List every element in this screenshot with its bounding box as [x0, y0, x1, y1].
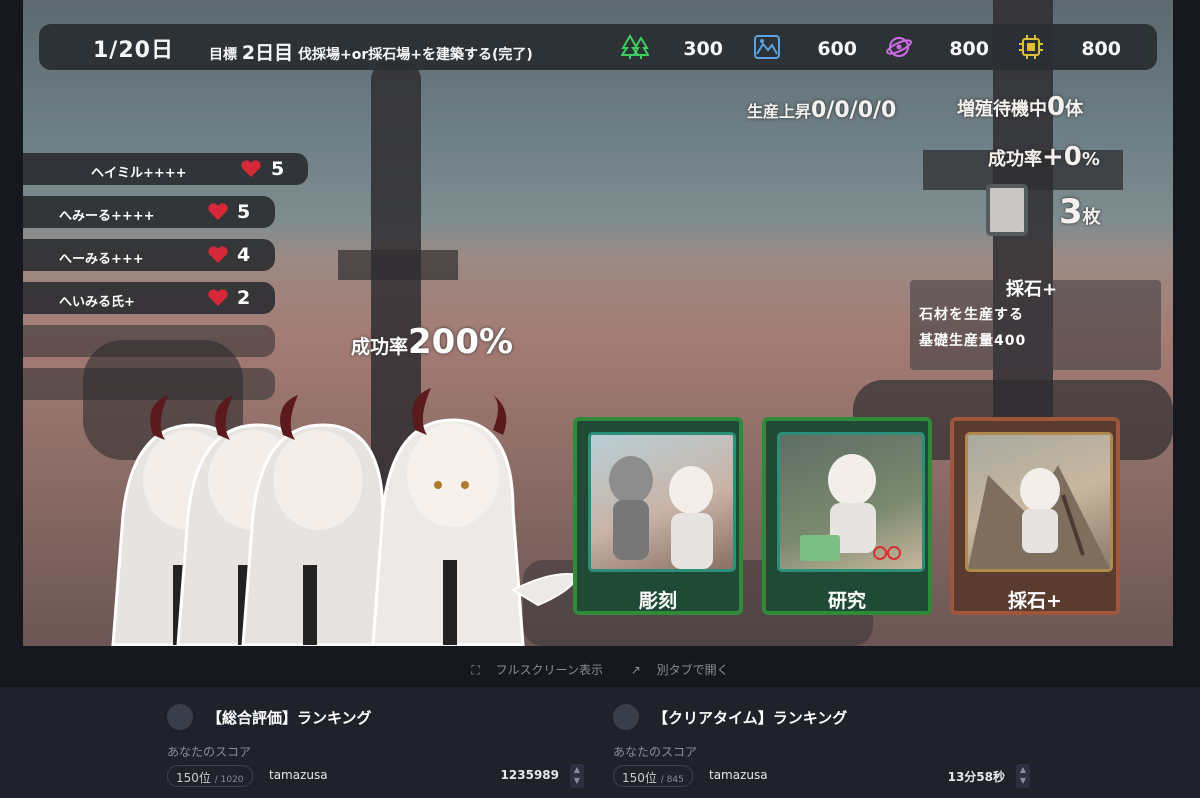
stone-icon	[754, 35, 780, 59]
production-label: 生産上昇	[747, 102, 812, 121]
heart-icon	[208, 289, 228, 306]
heart-icon	[208, 203, 228, 220]
ranking-section: 【総合評価】ランキング あなたのスコア 150位 / 1020 tamazusa…	[0, 687, 1200, 798]
breed-label: 増殖待機中	[957, 99, 1047, 120]
unit-row[interactable]: ヘイミル++++ 5	[23, 153, 308, 185]
unit-name: ヘイミル++++	[91, 166, 187, 181]
success-stat: 成功率+0%	[988, 142, 1100, 172]
unit-hearts: 5	[271, 158, 285, 180]
unit-row[interactable]: へいみる氏+ 2	[23, 282, 275, 314]
action-card-quarry[interactable]: 採石+	[950, 417, 1120, 615]
card-label: 彫刻	[638, 590, 677, 612]
rank-score: 13分58秒	[947, 770, 1005, 784]
heart-icon	[208, 246, 228, 263]
cards-value: 3	[1059, 192, 1083, 232]
unit-name: へーみる+++	[59, 252, 144, 267]
unit-row-empty[interactable]	[23, 325, 275, 357]
wood-value: 300	[683, 38, 723, 60]
rank-username: tamazusa	[269, 768, 328, 782]
external-link-icon: ↗	[630, 663, 641, 677]
ranking-title[interactable]: 【クリアタイム】ランキング	[653, 707, 847, 728]
fullscreen-link[interactable]: ⛶ フルスクリーン表示	[465, 663, 609, 677]
action-card-research[interactable]: 研究	[762, 417, 932, 615]
chevron-up-icon: ▲	[1019, 765, 1027, 774]
embed-controls: ⛶ フルスクリーン表示 ↗ 別タブで開く	[0, 661, 1200, 678]
unit-name: へみーる++++	[59, 209, 155, 224]
rank-score: 1235989	[500, 768, 559, 782]
ranking-subtitle: あなたのスコア	[613, 745, 698, 759]
podium-icon	[167, 704, 193, 730]
unit-hearts: 2	[237, 287, 251, 309]
goal-text: 目標 2日目 伐採場+or採石場+を建築する(完了)	[209, 38, 533, 65]
rank-badge: 150位 / 845	[613, 765, 693, 787]
goal-day: 2日目	[241, 42, 294, 64]
day-counter: 1/20日	[93, 38, 174, 63]
goal-prefix: 目標	[209, 47, 237, 63]
production-stat: 生産上昇0/0/0/0	[747, 98, 896, 123]
rank-total: / 1020	[214, 775, 244, 785]
chevron-up-icon: ▲	[573, 765, 581, 774]
rate-value: 200%	[408, 322, 514, 362]
chevron-down-icon: ▼	[1019, 776, 1027, 785]
game-canvas[interactable]: 1/20日 目標 2日目 伐採場+or採石場+を建築する(完了) 300 600…	[23, 0, 1173, 646]
rate-label: 成功率	[351, 336, 409, 358]
card-art	[588, 432, 736, 572]
card-label: 研究	[827, 590, 866, 612]
character-group	[111, 388, 573, 646]
fullscreen-label: フルスクリーン表示	[495, 663, 603, 677]
breed-stat: 増殖待機中0体	[957, 92, 1083, 122]
action-card-sculpt[interactable]: 彫刻	[573, 417, 743, 615]
card-label: 採石+	[1008, 590, 1062, 612]
cards-unit: 枚	[1082, 207, 1101, 228]
success-rate: 成功率200%	[351, 322, 513, 362]
research-value: 800	[949, 38, 989, 60]
research-icon	[886, 37, 912, 57]
rank-position: 150位	[176, 771, 211, 785]
newtab-link[interactable]: ↗ 別タブで開く	[625, 663, 735, 677]
podium-icon	[613, 704, 639, 730]
production-value: 0/0/0/0	[811, 98, 897, 123]
info-title: 採石+	[1006, 279, 1058, 300]
success-unit: %	[1081, 149, 1100, 170]
unit-hearts: 5	[237, 201, 251, 223]
unit-name: へいみる氏+	[59, 295, 135, 310]
breed-unit: 体	[1065, 99, 1084, 120]
rank-username: tamazusa	[709, 768, 768, 782]
chip-value: 800	[1081, 38, 1121, 60]
rank-scroll-control[interactable]: ▲ ▼	[570, 764, 584, 788]
success-label: 成功率	[988, 149, 1042, 170]
card-deck-icon	[986, 184, 1028, 236]
breed-value: 0	[1047, 92, 1066, 122]
tree-icon	[621, 34, 649, 59]
goal-description: 伐採場+or採石場+を建築する(完了)	[297, 47, 533, 63]
background-tree	[338, 250, 458, 280]
expand-icon: ⛶	[471, 663, 480, 677]
rank-total: / 845	[660, 775, 684, 785]
top-status-bar: 1/20日 目標 2日目 伐採場+or採石場+を建築する(完了) 300 600…	[39, 24, 1157, 70]
statue-figure	[609, 456, 713, 569]
chip-icon	[1019, 35, 1043, 59]
stone-value: 600	[817, 38, 857, 60]
info-line-1: 石材を生産する	[919, 307, 1024, 323]
success-value: +0	[1042, 142, 1082, 172]
card-art	[777, 432, 925, 572]
rank-badge: 150位 / 1020	[167, 765, 253, 787]
character-sprite	[371, 388, 573, 646]
newtab-label: 別タブで開く	[656, 663, 729, 677]
rank-position: 150位	[622, 771, 657, 785]
unit-row[interactable]: へーみる+++ 4	[23, 239, 275, 271]
cards-stat: 3枚	[1059, 192, 1101, 232]
quarry-figure	[968, 465, 1110, 569]
rank-scroll-control[interactable]: ▲ ▼	[1016, 764, 1030, 788]
info-line-2: 基礎生産量400	[919, 333, 1027, 349]
heart-icon	[241, 160, 261, 177]
research-figure	[800, 454, 901, 561]
chevron-down-icon: ▼	[573, 776, 581, 785]
ranking-title[interactable]: 【総合評価】ランキング	[207, 707, 372, 728]
card-art	[965, 432, 1113, 572]
unit-hearts: 4	[237, 244, 251, 266]
unit-row[interactable]: へみーる++++ 5	[23, 196, 275, 228]
ranking-subtitle: あなたのスコア	[167, 745, 252, 759]
